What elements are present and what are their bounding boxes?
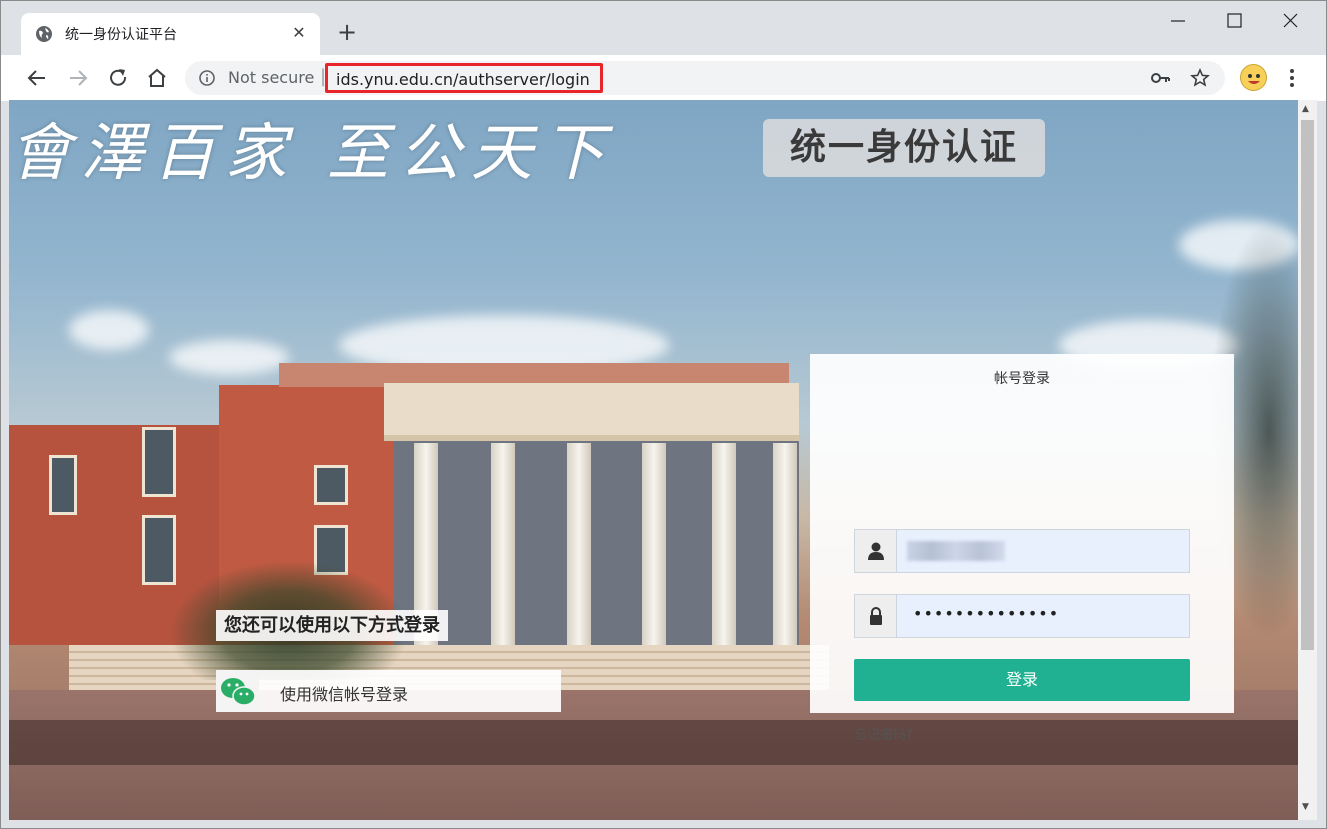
info-icon[interactable] <box>199 70 215 86</box>
tab-title: 统一身份认证平台 <box>65 27 177 43</box>
close-window-icon[interactable] <box>1276 9 1306 33</box>
globe-icon <box>36 26 52 42</box>
security-label[interactable]: Not secure <box>228 68 314 87</box>
building-window <box>142 427 176 497</box>
password-mask: •••••••••••••• <box>913 604 1060 623</box>
forward-arrow-icon[interactable] <box>65 65 91 91</box>
wechat-icon <box>216 670 259 712</box>
alt-login-title: 您还可以使用以下方式登录 <box>216 610 448 641</box>
building-column <box>567 443 591 651</box>
tab-close-icon[interactable]: ✕ <box>288 22 310 44</box>
tab-strip: 统一身份认证平台 ✕ + <box>1 1 1326 55</box>
building-column <box>712 443 736 651</box>
url-text[interactable]: ids.ynu.edu.cn/authserver/login <box>325 63 603 93</box>
building-column <box>491 443 515 651</box>
emoji-face-icon <box>1248 74 1260 84</box>
building-colonnade <box>394 441 799 651</box>
scrollbar-thumb[interactable] <box>1301 120 1314 650</box>
page-scrollbar[interactable]: ▲ ▼ <box>1298 100 1317 820</box>
browser-menu-icon[interactable] <box>1284 66 1300 90</box>
browser-toolbar: Not secure | ids.ynu.edu.cn/authserver/l… <box>1 55 1326 101</box>
browser-tab[interactable]: 统一身份认证平台 ✕ <box>21 13 320 55</box>
redacted-username <box>907 541 1005 561</box>
key-icon[interactable] <box>1151 70 1171 86</box>
banner-slogan: 會澤百家 至公天下 <box>9 116 615 189</box>
building-window <box>49 455 77 515</box>
forgot-password-link[interactable]: 忘记密码? <box>854 724 913 743</box>
login-panel: 帐号登录 •••••••••••••• 登录 忘记密码? <box>810 354 1234 743</box>
page-viewport: 會澤百家 至公天下 统一身份认证 您还可以使用以下方式登录 使用微信帐号登录 帐… <box>9 100 1298 820</box>
building-column <box>642 443 666 651</box>
scroll-down-arrow-icon[interactable]: ▼ <box>1302 802 1309 812</box>
wechat-login-label: 使用微信帐号登录 <box>280 685 409 704</box>
new-tab-button[interactable]: + <box>335 20 359 44</box>
banner-badge: 统一身份认证 <box>763 119 1045 177</box>
building-pediment <box>384 383 799 441</box>
cloud-decoration <box>69 310 149 350</box>
reload-icon[interactable] <box>105 65 131 91</box>
account-login-title: 帐号登录 <box>994 371 1050 387</box>
password-field[interactable]: •••••••••••••• <box>854 594 1190 638</box>
username-field[interactable] <box>854 529 1190 573</box>
scroll-up-arrow-icon[interactable]: ▲ <box>1302 104 1309 114</box>
lock-icon <box>855 595 897 637</box>
bookmark-star-icon[interactable] <box>1190 68 1210 88</box>
home-icon[interactable] <box>144 65 170 91</box>
building-window <box>314 465 348 505</box>
address-bar[interactable]: Not secure | ids.ynu.edu.cn/authserver/l… <box>185 61 1225 95</box>
building-column <box>773 443 797 651</box>
user-icon <box>855 530 897 572</box>
login-button[interactable]: 登录 <box>854 659 1190 701</box>
maximize-icon[interactable] <box>1219 9 1249 33</box>
back-arrow-icon[interactable] <box>24 65 50 91</box>
minimize-icon[interactable] <box>1163 9 1193 33</box>
profile-avatar[interactable] <box>1240 64 1267 91</box>
ground-shadow <box>9 720 1298 765</box>
wechat-login-button[interactable]: 使用微信帐号登录 <box>216 670 561 712</box>
